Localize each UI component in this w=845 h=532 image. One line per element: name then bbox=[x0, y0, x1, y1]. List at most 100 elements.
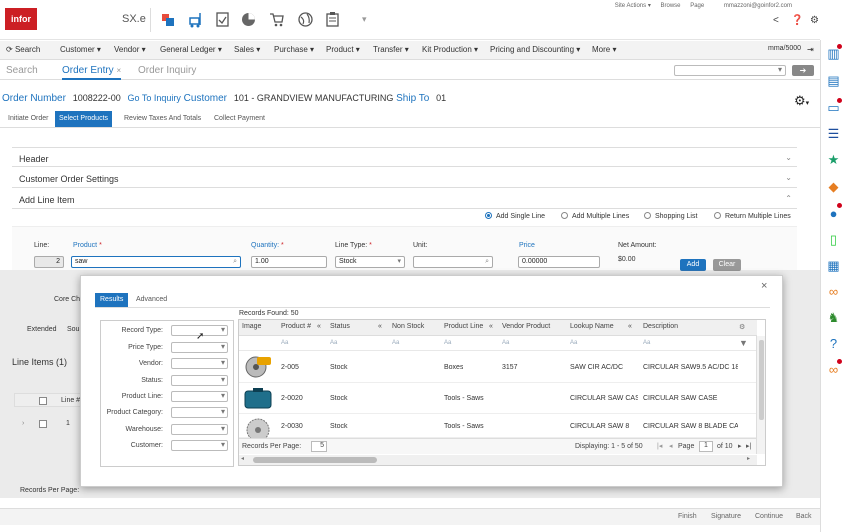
customer-order-settings-section[interactable]: Customer Order Settings ⌄ bbox=[12, 168, 797, 188]
close-icon[interactable]: × bbox=[761, 280, 767, 292]
pie-chart-icon[interactable] bbox=[240, 11, 257, 28]
step-review-taxes[interactable]: Review Taxes And Totals bbox=[120, 111, 205, 127]
quantity-input[interactable]: 1.00 bbox=[251, 256, 327, 268]
entry-mode-return[interactable]: Return Multiple Lines bbox=[714, 212, 791, 220]
grid-settings-icon[interactable]: ⚙ bbox=[739, 323, 745, 331]
filter-hint[interactable]: Aa bbox=[330, 340, 337, 346]
tab-results[interactable]: Results bbox=[95, 293, 129, 307]
tab-source[interactable]: Sou bbox=[67, 326, 79, 333]
binoculars-icon[interactable]: ∞ bbox=[826, 284, 841, 299]
next-page-icon[interactable]: ▸ bbox=[738, 442, 742, 450]
tab-order-entry[interactable]: Order Entry × bbox=[62, 65, 122, 80]
search-menu-item[interactable]: ⟳ Search bbox=[6, 45, 40, 54]
col-image[interactable]: Image bbox=[242, 323, 261, 330]
scroll-thumb[interactable] bbox=[253, 457, 377, 463]
share-icon[interactable]: < bbox=[773, 15, 779, 26]
dashboard-icon[interactable] bbox=[160, 11, 177, 28]
col-status[interactable]: Status bbox=[330, 323, 350, 330]
filter-select[interactable] bbox=[171, 358, 228, 369]
table-row[interactable]: 2-0030 Stock Tools - Saws CIRCULAR SAW 8… bbox=[239, 414, 757, 442]
collapse-icon[interactable]: « bbox=[378, 323, 382, 330]
filter-select[interactable] bbox=[171, 424, 228, 435]
settings-icon[interactable]: ⚙ bbox=[810, 15, 819, 26]
scroll-thumb[interactable] bbox=[759, 340, 764, 420]
package-icon[interactable]: ◆ bbox=[826, 179, 841, 194]
table-row[interactable]: 2-0020 Stock Tools - Saws CIRCULAR SAW C… bbox=[239, 383, 757, 414]
tab-order-inquiry[interactable]: Order Inquiry bbox=[138, 65, 196, 76]
finish-button[interactable]: Finish bbox=[678, 513, 697, 520]
col-non-stock[interactable]: Non Stock bbox=[392, 323, 424, 330]
add-line-item-section[interactable]: Add Line Item ⌃ bbox=[12, 189, 797, 209]
filter-hint[interactable]: Aa bbox=[643, 340, 650, 346]
signature-button[interactable]: Signature bbox=[711, 513, 741, 520]
last-page-icon[interactable]: ▸| bbox=[746, 442, 751, 450]
scroll-right-icon[interactable]: ▸ bbox=[747, 455, 750, 462]
col-product-line[interactable]: Product Line bbox=[444, 323, 483, 330]
filter-select[interactable] bbox=[171, 391, 228, 402]
prev-page-icon[interactable]: ◂ bbox=[669, 442, 673, 450]
menu-sales[interactable]: Sales ▾ bbox=[234, 45, 260, 54]
page-link[interactable]: Page bbox=[690, 3, 704, 9]
globe-icon[interactable] bbox=[297, 11, 314, 28]
tab-extended[interactable]: Extended bbox=[27, 326, 57, 333]
product-input[interactable]: saw ⌕ bbox=[71, 256, 241, 268]
cart-icon[interactable] bbox=[268, 11, 285, 28]
filter-select[interactable] bbox=[171, 375, 228, 386]
entry-mode-multiple[interactable]: Add Multiple Lines bbox=[561, 212, 629, 220]
filter-hint[interactable]: Aa bbox=[281, 340, 288, 346]
table-row[interactable]: 2-005 Stock Boxes 3157 SAW CIR AC/DC CIR… bbox=[239, 352, 757, 383]
menu-product[interactable]: Product ▾ bbox=[326, 45, 360, 54]
filter-funnel-icon[interactable]: ▼ bbox=[739, 338, 748, 348]
header-section[interactable]: Header ⌄ bbox=[12, 147, 797, 167]
go-to-inquiry-link[interactable]: Go To Inquiry bbox=[128, 93, 181, 103]
menu-kit-production[interactable]: Kit Production ▾ bbox=[422, 45, 478, 54]
mobile-icon[interactable]: ▯ bbox=[826, 232, 841, 247]
step-select-products[interactable]: Select Products bbox=[55, 111, 113, 127]
step-initiate-order[interactable]: Initiate Order bbox=[4, 111, 52, 127]
help-circle-icon[interactable]: ? bbox=[826, 336, 841, 351]
tab-advanced[interactable]: Advanced bbox=[133, 293, 170, 307]
filter-select[interactable] bbox=[171, 440, 228, 451]
clipboard-icon[interactable] bbox=[324, 11, 341, 28]
site-actions-link[interactable]: Site Actions ▾ bbox=[615, 3, 651, 9]
menu-general-ledger[interactable]: General Ledger ▾ bbox=[160, 45, 222, 54]
lookup-icon[interactable]: ⌕ bbox=[485, 257, 489, 267]
go-button[interactable]: ➔ bbox=[792, 65, 814, 76]
logout-icon[interactable]: ⇥ bbox=[807, 45, 814, 54]
page-input[interactable]: 1 bbox=[699, 441, 713, 452]
checklist-icon[interactable] bbox=[214, 11, 231, 28]
step-collect-payment[interactable]: Collect Payment bbox=[210, 111, 269, 127]
records-per-page-input[interactable]: 5 bbox=[311, 441, 327, 452]
menu-purchase[interactable]: Purchase ▾ bbox=[274, 45, 314, 54]
browse-link[interactable]: Browse bbox=[661, 3, 681, 9]
menu-customer[interactable]: Customer ▾ bbox=[60, 45, 101, 54]
filter-hint[interactable]: Aa bbox=[502, 340, 509, 346]
settings-gear-icon[interactable]: ⚙▾ bbox=[794, 93, 809, 109]
checkbox[interactable] bbox=[39, 397, 47, 405]
filter-hint[interactable]: Aa bbox=[570, 340, 577, 346]
scroll-left-icon[interactable]: ◂ bbox=[241, 455, 244, 462]
horizontal-scrollbar[interactable]: ◂ ▸ bbox=[239, 455, 757, 465]
filter-hint[interactable]: Aa bbox=[392, 340, 399, 346]
unit-input[interactable]: ⌕ bbox=[413, 256, 493, 268]
entry-mode-shopping-list[interactable]: Shopping List bbox=[644, 212, 697, 220]
filter-select[interactable] bbox=[171, 407, 228, 418]
collapse-icon[interactable]: « bbox=[489, 323, 493, 330]
vertical-scrollbar[interactable] bbox=[756, 336, 765, 454]
continue-button[interactable]: Continue bbox=[755, 513, 783, 520]
help-icon[interactable]: ❓ bbox=[791, 15, 803, 26]
contact-card-icon[interactable]: ☰ bbox=[826, 126, 841, 141]
first-page-icon[interactable]: |◂ bbox=[657, 442, 662, 450]
menu-vendor[interactable]: Vendor ▾ bbox=[114, 45, 146, 54]
menu-transfer[interactable]: Transfer ▾ bbox=[373, 45, 409, 54]
tab-search[interactable]: Search bbox=[6, 65, 38, 76]
global-search-select[interactable]: ▾ bbox=[674, 65, 786, 76]
infor-logo[interactable]: infor bbox=[5, 8, 37, 30]
col-vendor-product[interactable]: Vendor Product bbox=[502, 323, 550, 330]
chess-knight-icon[interactable]: ♞ bbox=[826, 310, 841, 325]
collapse-icon[interactable]: « bbox=[317, 323, 321, 330]
back-button[interactable]: Back bbox=[796, 513, 812, 520]
menu-pricing-discounting[interactable]: Pricing and Discounting ▾ bbox=[490, 45, 580, 54]
row-checkbox[interactable] bbox=[39, 420, 47, 428]
menu-more[interactable]: More ▾ bbox=[592, 45, 616, 54]
